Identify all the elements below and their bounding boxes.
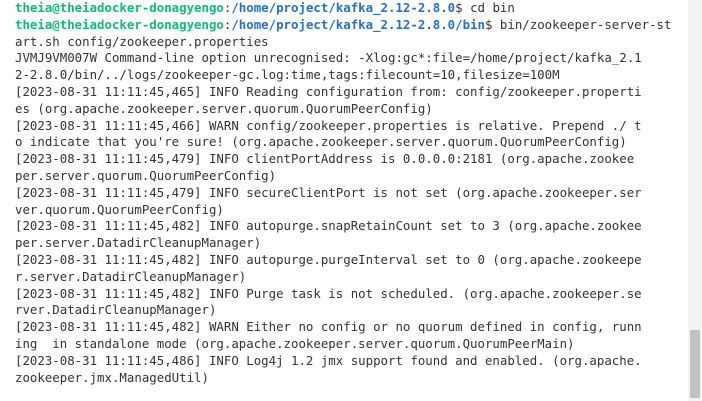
output-line: art.sh config/zookeeper.properties [15,33,269,49]
output-line: JVMJ9VM007W Command-line option unrecogn… [15,50,642,66]
log-line: per.server.DatadirCleanupManager) [15,235,262,251]
log-line: [2023-08-31 11:11:45,466] WARN config/zo… [15,117,642,133]
log-line: per.server.quorum.QuorumPeerConfig) [15,167,277,183]
prompt-line-2: theia@theiadocker-donagyengo:/home/proje… [15,17,687,34]
log-line: [2023-08-31 11:11:45,482] INFO Purge tas… [15,285,642,301]
log-line: [2023-08-31 11:11:45,465] INFO Reading c… [15,83,642,99]
terminal-output: theia@theiadocker-donagyengo:/home/proje… [15,0,687,386]
output-line: 2-2.8.0/bin/../logs/zookeeper-gc.log:tim… [15,67,560,83]
prompt-path: /home/project/kafka_2.12-2.8.0 [231,0,456,15]
prompt-symbol: $ [484,16,500,32]
log-line: o indicate that you're sure! (org.apache… [15,134,627,150]
log-line: [2023-08-31 11:11:45,486] INFO Log4j 1.2… [15,352,642,368]
prompt-user: theia@theiadocker-donagyengo [15,16,224,32]
log-line: [2023-08-31 11:11:45,479] INFO clientPor… [15,151,635,167]
log-line: rver.DatadirCleanupManager) [15,302,217,318]
log-line: r.server.DatadirCleanupManager) [15,268,247,284]
log-line: es (org.apache.zookeeper.server.quorum.Q… [15,100,433,116]
prompt-user: theia@theiadocker-donagyengo [15,0,224,15]
prompt-path: /home/project/kafka_2.12-2.8.0/bin [231,16,485,32]
command-text: cd bin [470,0,515,15]
log-line: ver.quorum.QuorumPeerConfig) [15,201,224,217]
scrollbar-thumb[interactable] [690,330,700,398]
command-text: bin/zookeeper-server-st [499,16,672,32]
log-line: zookeeper.jmx.ManagedUtil) [15,369,209,385]
terminal-panel[interactable]: theia@theiadocker-donagyengo:/home/proje… [0,0,688,401]
log-line: [2023-08-31 11:11:45,482] INFO autopurge… [15,251,642,267]
vertical-scrollbar[interactable] [688,0,702,401]
log-line: [2023-08-31 11:11:45,482] INFO autopurge… [15,218,642,234]
prompt-line-1: theia@theiadocker-donagyengo:/home/proje… [15,0,687,17]
prompt-symbol: $ [455,0,471,15]
log-line: [2023-08-31 11:11:45,479] INFO secureCli… [15,184,642,200]
log-line: [2023-08-31 11:11:45,482] WARN Either no… [15,319,642,335]
log-line: ing in standalone mode (org.apache.zooke… [15,335,575,351]
